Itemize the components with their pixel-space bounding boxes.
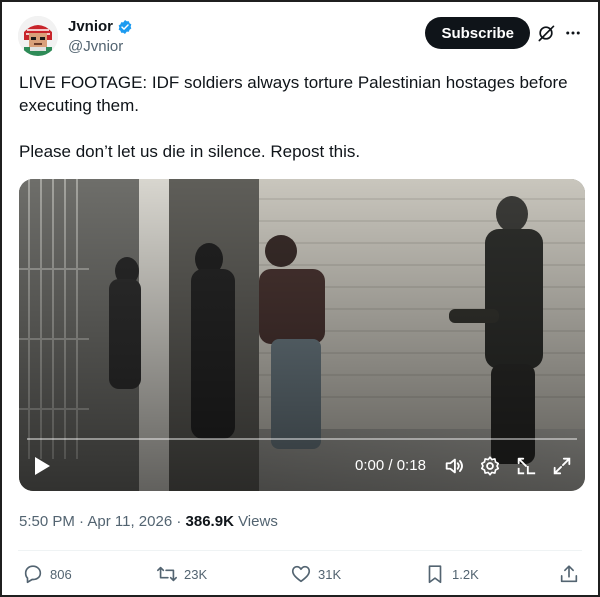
- bookmark-count: 1.2K: [452, 566, 479, 582]
- repost-count: 23K: [184, 566, 208, 582]
- heart-icon: [291, 565, 311, 583]
- bookmark-icon: [428, 565, 442, 584]
- views-label: Views: [233, 513, 278, 530]
- display-name-row[interactable]: Jvnior: [68, 18, 133, 35]
- settings-icon[interactable]: [479, 455, 501, 477]
- meta-sep-2: ·: [172, 513, 186, 530]
- like-button[interactable]: 31K: [290, 563, 341, 585]
- pip-icon[interactable]: [515, 455, 537, 477]
- repost-icon: [157, 566, 177, 582]
- tweet-time[interactable]: 5:50 PM: [19, 513, 75, 530]
- video-time: 0:00 / 0:18: [355, 457, 426, 474]
- share-button[interactable]: [558, 563, 580, 585]
- current-time: 0:00: [355, 457, 385, 474]
- name-block: Jvnior @Jvnior: [68, 18, 133, 55]
- reply-button[interactable]: 806: [22, 563, 72, 585]
- avatar[interactable]: [18, 16, 58, 56]
- like-count: 31K: [318, 566, 342, 582]
- verified-badge-icon: [118, 19, 132, 34]
- display-name[interactable]: Jvnior: [68, 18, 113, 35]
- reply-icon: [24, 565, 42, 584]
- grok-icon[interactable]: [536, 23, 556, 43]
- handle[interactable]: @Jvnior: [68, 38, 133, 55]
- tweet-card: Jvnior @Jvnior Subscribe LIVE FOOTAGE: I…: [0, 0, 600, 597]
- fullscreen-icon[interactable]: [551, 455, 573, 477]
- play-icon[interactable]: [33, 456, 51, 476]
- volume-icon[interactable]: [443, 455, 465, 477]
- time-separator: /: [384, 457, 397, 474]
- meta-sep-1: ·: [74, 513, 88, 530]
- tweet-date[interactable]: Apr 11, 2026: [87, 513, 172, 530]
- video-controls: 0:00 / 0:18: [19, 443, 585, 491]
- tweet-header: Jvnior @Jvnior Subscribe: [18, 16, 582, 64]
- repost-button[interactable]: 23K: [156, 563, 207, 585]
- bookmark-button[interactable]: 1.2K: [424, 563, 479, 585]
- views-count: 386.9K: [185, 513, 234, 530]
- action-bar: 806 23K 31K 1.2K: [18, 563, 582, 587]
- video-player[interactable]: 0:00 / 0:18: [19, 179, 585, 491]
- share-icon: [560, 565, 578, 583]
- avatar-image: [18, 16, 58, 56]
- tweet-text: LIVE FOOTAGE: IDF soldiers always tortur…: [19, 73, 568, 161]
- video-progress-bar[interactable]: [27, 438, 577, 440]
- subscribe-button[interactable]: Subscribe: [425, 17, 530, 49]
- divider: [18, 550, 582, 551]
- more-icon[interactable]: [564, 23, 582, 43]
- duration: 0:18: [396, 457, 426, 474]
- reply-count: 806: [50, 566, 72, 582]
- tweet-meta: 5:50 PM · Apr 11, 2026 · 386.9K Views: [19, 513, 278, 530]
